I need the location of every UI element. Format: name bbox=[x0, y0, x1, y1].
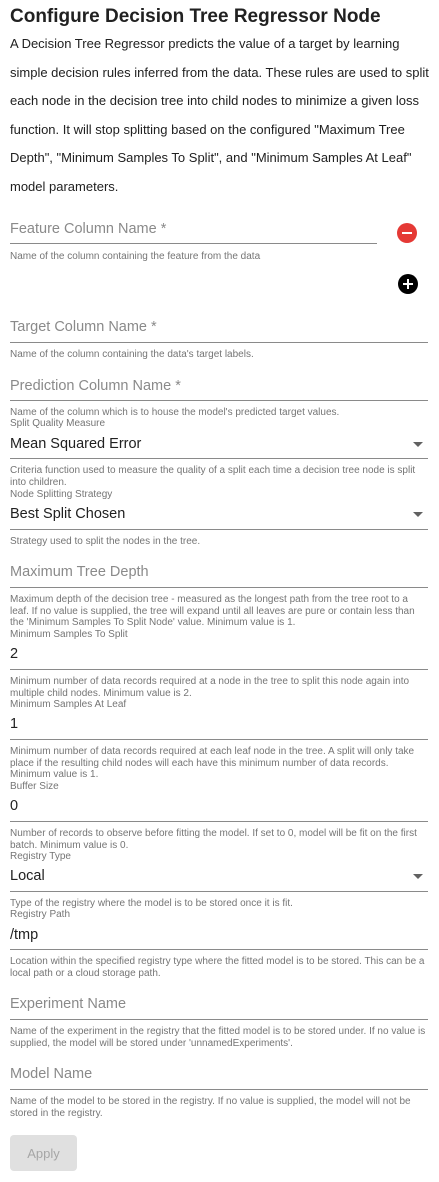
experiment-name-helper: Name of the experiment in the registry t… bbox=[10, 1026, 426, 1049]
registry-path-label: Registry Path bbox=[10, 909, 71, 920]
model-name-helper: Name of the model to be stored in the re… bbox=[10, 1096, 411, 1119]
buffer-size-value[interactable]: 0 bbox=[10, 798, 18, 814]
split-quality-underline bbox=[10, 458, 428, 459]
registry-path-helper: Location within the specified registry t… bbox=[10, 956, 425, 979]
min-samples-split-underline bbox=[10, 669, 428, 670]
min-samples-leaf-label: Minimum Samples At Leaf bbox=[10, 699, 127, 710]
node-splitting-helper: Strategy used to split the nodes in the … bbox=[10, 536, 201, 547]
target-column-placeholder[interactable]: Target Column Name * bbox=[10, 319, 157, 335]
min-samples-leaf-helper: Minimum number of data records required … bbox=[10, 746, 415, 780]
node-splitting-label: Node Splitting Strategy bbox=[10, 489, 113, 500]
chevron-down-icon[interactable] bbox=[413, 874, 423, 879]
chevron-down-icon[interactable] bbox=[413, 442, 423, 447]
max-tree-depth-underline bbox=[10, 587, 428, 588]
registry-path-value[interactable]: /tmp bbox=[10, 927, 38, 943]
minus-circle-icon[interactable] bbox=[397, 223, 417, 243]
prediction-column-placeholder[interactable]: Prediction Column Name * bbox=[10, 378, 181, 394]
page-title: Configure Decision Tree Regressor Node bbox=[10, 6, 381, 27]
registry-type-label: Registry Type bbox=[10, 851, 71, 862]
min-samples-leaf-value[interactable]: 1 bbox=[10, 716, 18, 732]
registry-type-value[interactable]: Local bbox=[10, 868, 45, 884]
node-splitting-underline bbox=[10, 529, 428, 530]
split-quality-value[interactable]: Mean Squared Error bbox=[10, 436, 141, 452]
prediction-column-helper: Name of the column which is to house the… bbox=[10, 407, 340, 418]
buffer-size-label: Buffer Size bbox=[10, 781, 59, 792]
target-column-helper: Name of the column containing the data's… bbox=[10, 349, 254, 360]
buffer-size-helper: Number of records to observe before fitt… bbox=[10, 828, 417, 851]
min-samples-split-helper: Minimum number of data records required … bbox=[10, 676, 410, 699]
feature-column-placeholder[interactable]: Feature Column Name * bbox=[10, 221, 166, 237]
max-tree-depth-placeholder[interactable]: Maximum Tree Depth bbox=[10, 564, 149, 580]
registry-type-underline bbox=[10, 891, 428, 892]
min-samples-split-value[interactable]: 2 bbox=[10, 646, 18, 662]
buffer-size-underline bbox=[10, 821, 428, 822]
plus-circle-icon[interactable] bbox=[398, 274, 418, 294]
model-name-placeholder[interactable]: Model Name bbox=[10, 1066, 92, 1082]
chevron-down-icon[interactable] bbox=[413, 512, 423, 517]
max-tree-depth-helper: Maximum depth of the decision tree - mea… bbox=[10, 594, 415, 628]
experiment-name-placeholder[interactable]: Experiment Name bbox=[10, 996, 126, 1012]
registry-path-underline bbox=[10, 949, 428, 950]
split-quality-helper: Criteria function used to measure the qu… bbox=[10, 465, 416, 488]
node-description: A Decision Tree Regressor predicts the v… bbox=[10, 36, 429, 194]
feature-column-underline bbox=[10, 243, 377, 244]
target-column-underline bbox=[10, 342, 428, 343]
apply-button[interactable]: Apply bbox=[10, 1135, 77, 1171]
min-samples-leaf-underline bbox=[10, 739, 428, 740]
experiment-name-underline bbox=[10, 1019, 428, 1020]
node-splitting-value[interactable]: Best Split Chosen bbox=[10, 506, 125, 522]
prediction-column-underline bbox=[10, 400, 428, 401]
min-samples-split-label: Minimum Samples To Split bbox=[10, 629, 128, 640]
split-quality-label: Split Quality Measure bbox=[10, 418, 106, 429]
registry-type-helper: Type of the registry where the model is … bbox=[10, 898, 293, 909]
model-name-underline bbox=[10, 1089, 428, 1090]
feature-column-helper: Name of the column containing the featur… bbox=[10, 251, 261, 262]
